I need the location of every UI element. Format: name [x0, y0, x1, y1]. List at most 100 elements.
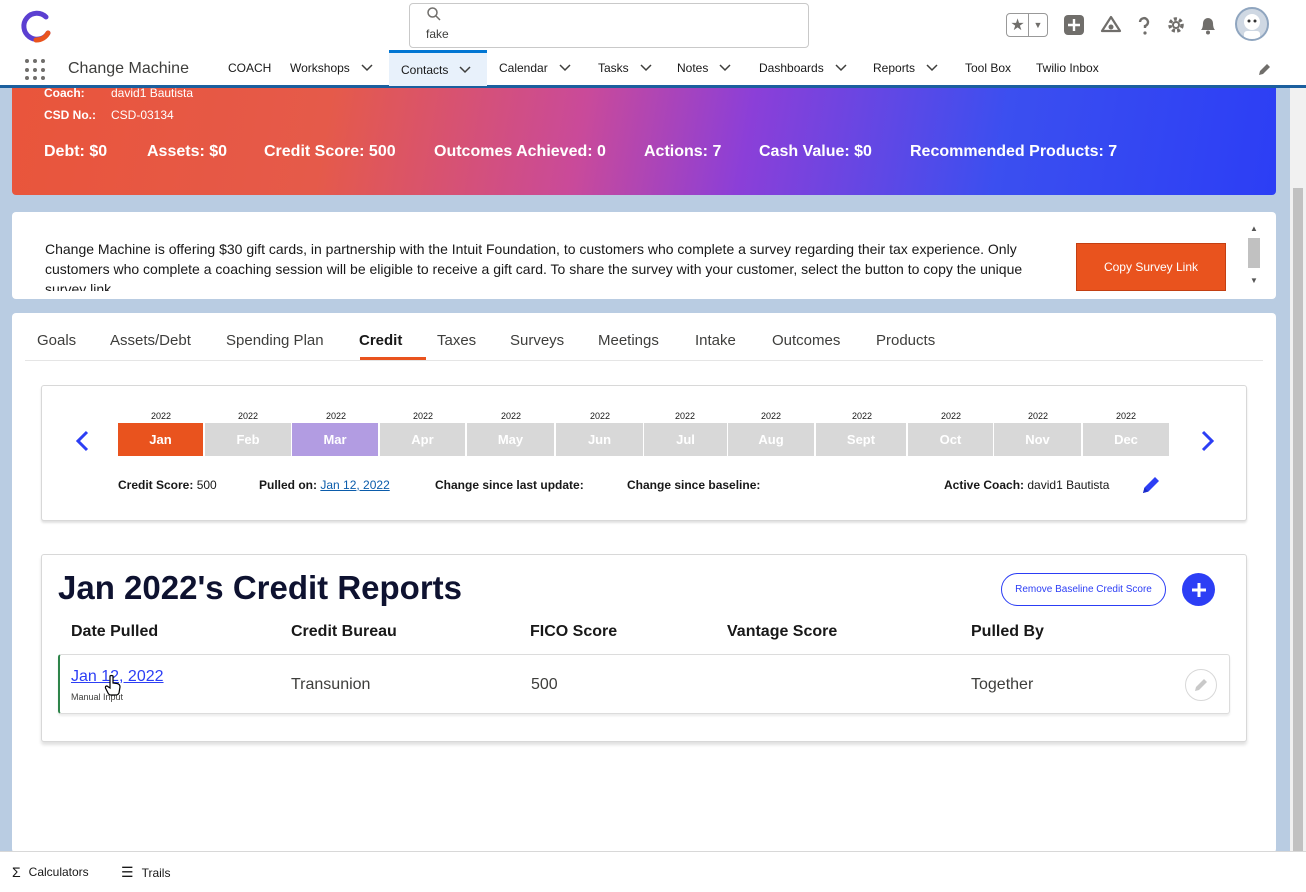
nav-item-contacts[interactable]: Contacts [389, 50, 487, 86]
page-scrollbar[interactable] [1290, 88, 1306, 866]
column-header-vantage-score: Vantage Score [727, 623, 838, 640]
remove-baseline-button[interactable]: Remove Baseline Credit Score [1001, 573, 1166, 606]
tab-surveys[interactable]: Surveys [510, 332, 564, 349]
app-name: Change Machine [68, 60, 189, 77]
nav-item-twilio-inbox[interactable]: Twilio Inbox [1024, 50, 1111, 86]
favorites-caret-icon[interactable]: ▼ [1029, 14, 1047, 36]
year-label-aug: 2022 [760, 411, 782, 421]
year-label-feb: 2022 [237, 411, 259, 421]
column-header-fico-score: FICO Score [530, 623, 618, 640]
favorites-star-icon[interactable]: ★ [1007, 14, 1029, 36]
month-jun[interactable]: Jun [556, 423, 643, 456]
coach-value: david1 Bautista [111, 88, 194, 100]
page-scrollbar-thumb[interactable] [1293, 188, 1303, 866]
previous-month-arrow[interactable] [72, 428, 94, 454]
credit-score-value: 500 [196, 478, 217, 492]
tab-credit[interactable]: Credit [359, 332, 402, 349]
credit-month-selector: 2022 Jan 2022 Feb 2022 Mar 2022 Apr 2022… [41, 385, 1247, 521]
tab-goals[interactable]: Goals [37, 332, 76, 349]
nav-item-dashboards[interactable]: Dashboards [747, 50, 860, 86]
pulled-on-date-link[interactable]: Jan 12, 2022 [320, 478, 389, 492]
month-oct[interactable]: Oct [908, 423, 993, 456]
active-tab-indicator [360, 357, 426, 360]
user-avatar[interactable] [1235, 7, 1269, 41]
chevron-down-icon[interactable] [360, 61, 374, 75]
month-feb[interactable]: Feb [205, 423, 291, 456]
chevron-right-icon[interactable] [1199, 430, 1215, 452]
nav-item-calendar[interactable]: Calendar [487, 50, 584, 86]
chevron-down-icon[interactable] [925, 61, 939, 75]
change-since-baseline-label: Change since baseline: [627, 478, 761, 492]
nav-item-tasks[interactable]: Tasks [586, 50, 665, 86]
credit-score-label: Credit Score: [118, 478, 194, 492]
chevron-down-icon[interactable] [718, 61, 732, 75]
tab-spending-plan[interactable]: Spending Plan [226, 332, 324, 349]
nav-item-workshops[interactable]: Workshops [278, 50, 386, 86]
edit-coach-pencil-icon[interactable] [1140, 474, 1162, 496]
next-month-arrow[interactable] [1196, 428, 1218, 454]
scroll-down-arrow-icon[interactable]: ▼ [1250, 276, 1258, 285]
scroll-up-arrow-icon[interactable]: ▲ [1250, 224, 1258, 233]
chevron-down-icon[interactable] [834, 61, 848, 75]
month-may[interactable]: May [467, 423, 554, 456]
copy-survey-link-button[interactable]: Copy Survey Link [1076, 243, 1226, 291]
notice-scrollbar[interactable]: ▲ ▼ [1248, 224, 1260, 288]
month-jul[interactable]: Jul [644, 423, 727, 456]
chevron-down-icon[interactable] [458, 63, 472, 77]
stat-credit-score: Credit Score: 500 [264, 143, 396, 160]
coach-label: Coach: [44, 88, 85, 100]
record-detail-card: Goals Assets/Debt Spending Plan Credit T… [12, 313, 1276, 853]
utility-item-calculators[interactable]: Σ Calculators [12, 864, 89, 880]
stat-outcomes-achieved: Outcomes Achieved: 0 [434, 143, 606, 160]
month-aug[interactable]: Aug [728, 423, 814, 456]
csd-label: CSD No.: [44, 108, 96, 122]
month-nov[interactable]: Nov [994, 423, 1081, 456]
search-input[interactable]: fake [426, 27, 449, 41]
utility-item-trails[interactable]: ☰ Trails [121, 864, 170, 881]
favorites-button[interactable]: ★ ▼ [1006, 13, 1048, 37]
help-icon[interactable] [1132, 13, 1156, 37]
nav-item-reports[interactable]: Reports [861, 50, 951, 86]
app-launcher-icon[interactable] [25, 59, 47, 81]
setup-gear-icon[interactable] [1164, 13, 1188, 37]
trailhead-icon[interactable] [1099, 13, 1123, 37]
tab-intake[interactable]: Intake [695, 332, 736, 349]
tab-assets-debt[interactable]: Assets/Debt [110, 332, 191, 349]
month-sept[interactable]: Sept [816, 423, 906, 456]
nav-item-notes[interactable]: Notes [665, 50, 744, 86]
csd-value: CSD-03134 [111, 108, 174, 122]
year-label-mar: 2022 [325, 411, 347, 421]
stat-assets: Assets: $0 [147, 143, 228, 160]
global-header: fake ★ ▼ [0, 0, 1306, 50]
chevron-left-icon[interactable] [75, 430, 91, 452]
nav-item-coach[interactable]: COACH [216, 50, 283, 86]
tab-products[interactable]: Products [876, 332, 935, 349]
edit-nav-pencil-icon[interactable] [1256, 62, 1272, 78]
global-search-box[interactable]: fake [409, 3, 809, 48]
chevron-down-icon[interactable] [558, 61, 572, 75]
notifications-bell-icon[interactable] [1196, 13, 1220, 37]
app-nav-bar: Change Machine COACH Workshops Contacts … [0, 50, 1306, 88]
tab-outcomes[interactable]: Outcomes [772, 332, 840, 349]
year-label-oct: 2022 [940, 411, 962, 421]
pencil-icon [1195, 679, 1207, 691]
active-coach-info: Active Coach: david1 Bautista [944, 478, 1109, 492]
year-label-apr: 2022 [412, 411, 434, 421]
chevron-down-icon[interactable] [639, 61, 653, 75]
nav-item-tool-box[interactable]: Tool Box [953, 50, 1023, 86]
stat-recommended-products: Recommended Products: 7 [910, 143, 1118, 160]
app-logo[interactable] [18, 9, 54, 45]
year-label-jun: 2022 [589, 411, 611, 421]
add-report-button[interactable] [1182, 573, 1215, 606]
tab-meetings[interactable]: Meetings [598, 332, 659, 349]
month-dec[interactable]: Dec [1083, 423, 1169, 456]
month-mar[interactable]: Mar [292, 423, 378, 456]
month-apr[interactable]: Apr [380, 423, 465, 456]
month-jan[interactable]: Jan [118, 423, 203, 456]
add-plus-icon[interactable] [1062, 13, 1086, 37]
tab-taxes[interactable]: Taxes [437, 332, 476, 349]
hand-pointer-cursor-icon [104, 674, 121, 696]
notice-scrollbar-thumb[interactable] [1248, 238, 1260, 268]
record-tabs: Goals Assets/Debt Spending Plan Credit T… [25, 313, 1263, 361]
edit-report-button[interactable] [1185, 669, 1217, 701]
